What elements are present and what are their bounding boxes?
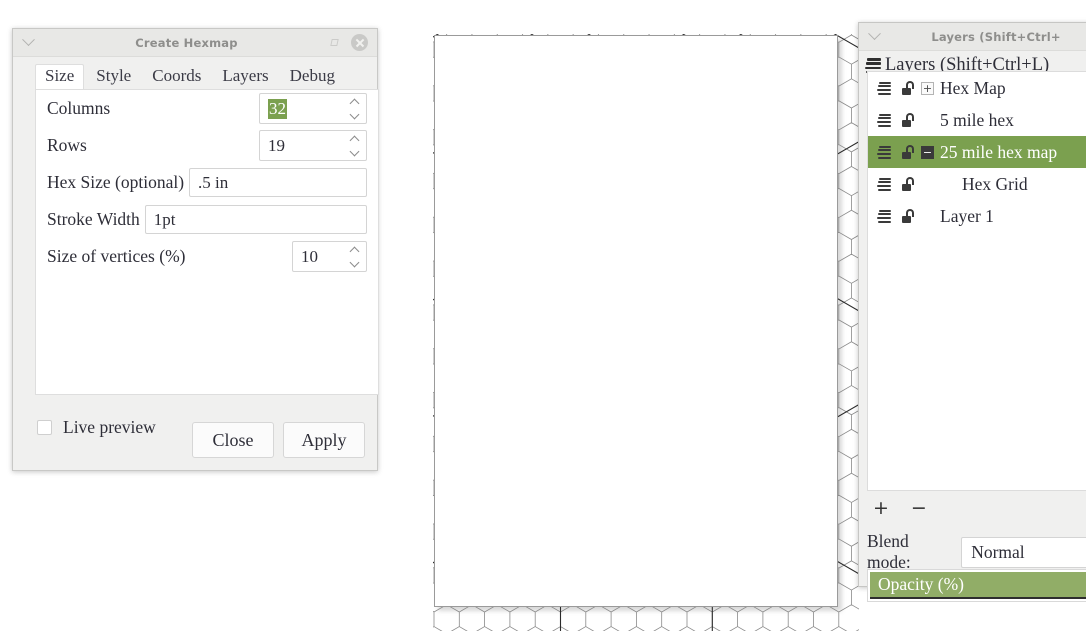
expander-placeholder xyxy=(921,178,934,191)
rows-increment-icon[interactable] xyxy=(350,137,359,142)
restore-icon[interactable] xyxy=(330,37,341,48)
layers-list[interactable]: + Hex Map 5 mile hex − 25 mile hex map H… xyxy=(867,71,1086,491)
remove-layer-button[interactable]: − xyxy=(911,499,927,518)
rows-label: Rows xyxy=(47,135,87,155)
layer-name: Hex Map xyxy=(940,77,1006,98)
layers-titlebar: Layers (Shift+Ctrl+ xyxy=(859,23,1086,51)
visibility-icon[interactable] xyxy=(877,209,892,223)
vertices-increment-icon[interactable] xyxy=(350,248,359,253)
unlock-icon[interactable] xyxy=(902,177,914,191)
layer-name: Hex Grid xyxy=(962,173,1028,194)
opacity-slider[interactable]: Opacity (%) xyxy=(867,569,1086,602)
page-border xyxy=(434,35,838,607)
unlock-icon[interactable] xyxy=(902,113,914,127)
vertices-decrement-icon[interactable] xyxy=(350,260,359,265)
rows-value: 19 xyxy=(268,135,285,155)
tab-style[interactable]: Style xyxy=(87,65,140,89)
tab-coords[interactable]: Coords xyxy=(143,65,210,89)
tab-layers[interactable]: Layers xyxy=(213,65,277,89)
close-icon[interactable] xyxy=(351,34,368,51)
chevron-down-icon xyxy=(867,27,881,41)
layer-row-5-mile-hex[interactable]: 5 mile hex xyxy=(868,104,1086,136)
dialog-menu-button[interactable] xyxy=(13,33,43,47)
layers-titlebar-title: Layers (Shift+Ctrl+ xyxy=(931,29,1061,44)
unlock-icon[interactable] xyxy=(902,145,914,159)
field-size-of-vertices: Size of vertices (%) 10 xyxy=(36,238,378,275)
dialog-title: Create Hexmap xyxy=(135,35,238,50)
dialog-titlebar: Create Hexmap xyxy=(13,29,377,57)
opacity-label: Opacity (%) xyxy=(878,574,965,594)
hex-size-input[interactable]: .5 in xyxy=(189,168,367,197)
collapse-icon[interactable]: − xyxy=(921,145,934,159)
layer-name: Layer 1 xyxy=(940,205,994,226)
columns-stepper[interactable]: 32 xyxy=(259,93,367,124)
layer-name: 25 mile hex map xyxy=(940,141,1058,162)
unlock-icon[interactable] xyxy=(902,209,914,223)
size-of-vertices-stepper[interactable]: 10 xyxy=(292,241,367,272)
layers-panel[interactable]: Layers (Shift+Ctrl+ Layers (Shift+Ctrl+L… xyxy=(858,22,1086,602)
live-preview-checkbox[interactable] xyxy=(37,420,52,435)
rows-decrement-icon[interactable] xyxy=(350,149,359,154)
expander-placeholder xyxy=(921,114,934,127)
size-tab-panel: Columns 32 Rows 19 Hex Size (optional) .… xyxy=(35,89,379,395)
layer-name: 5 mile hex xyxy=(940,109,1014,130)
rows-stepper[interactable]: 19 xyxy=(259,130,367,161)
columns-increment-icon[interactable] xyxy=(350,100,359,105)
layer-row-hex-grid[interactable]: Hex Grid xyxy=(868,168,1086,200)
blend-mode-label: Blend mode: xyxy=(867,531,911,572)
unlock-icon[interactable] xyxy=(902,81,914,95)
expand-icon[interactable]: + xyxy=(921,81,934,95)
hex-size-label: Hex Size (optional) xyxy=(47,172,185,192)
visibility-icon[interactable] xyxy=(877,177,892,191)
stroke-width-label: Stroke Width xyxy=(47,209,140,229)
layer-row-layer-1[interactable]: Layer 1 xyxy=(868,200,1086,232)
layers-menu-button[interactable] xyxy=(859,27,889,41)
columns-value: 32 xyxy=(268,98,287,119)
tab-debug[interactable]: Debug xyxy=(281,65,344,89)
size-of-vertices-value: 10 xyxy=(301,246,318,266)
field-columns: Columns 32 xyxy=(36,90,378,127)
expander-placeholder xyxy=(921,210,934,223)
live-preview-row[interactable]: Live preview xyxy=(37,417,156,438)
field-stroke-width: Stroke Width 1pt xyxy=(36,201,378,238)
layer-row-hex-map[interactable]: + Hex Map xyxy=(868,72,1086,104)
live-preview-label: Live preview xyxy=(63,417,156,437)
stroke-width-input[interactable]: 1pt xyxy=(144,205,367,234)
layer-row-25-mile-hex-map[interactable]: − 25 mile hex map xyxy=(868,136,1086,168)
apply-button[interactable]: Apply xyxy=(283,422,365,458)
close-button[interactable]: Close xyxy=(192,422,274,458)
opacity-slider-fill: Opacity (%) xyxy=(870,572,1086,599)
blend-mode-select[interactable]: Normal xyxy=(961,536,1086,568)
visibility-icon[interactable] xyxy=(877,81,892,95)
chevron-down-icon xyxy=(21,33,35,47)
visibility-icon[interactable] xyxy=(877,145,892,159)
visibility-icon[interactable] xyxy=(877,113,892,127)
field-hex-size: Hex Size (optional) .5 in xyxy=(36,164,378,201)
size-of-vertices-label: Size of vertices (%) xyxy=(47,246,186,266)
columns-decrement-icon[interactable] xyxy=(350,112,359,117)
dialog-tabs[interactable]: Size Style Coords Layers Debug xyxy=(13,57,377,90)
tab-size[interactable]: Size xyxy=(35,64,85,90)
field-rows: Rows 19 xyxy=(36,127,378,164)
add-layer-button[interactable]: + xyxy=(873,499,889,518)
create-hexmap-dialog[interactable]: Create Hexmap Size Style Coords Layers D… xyxy=(12,28,379,471)
columns-label: Columns xyxy=(47,98,111,118)
